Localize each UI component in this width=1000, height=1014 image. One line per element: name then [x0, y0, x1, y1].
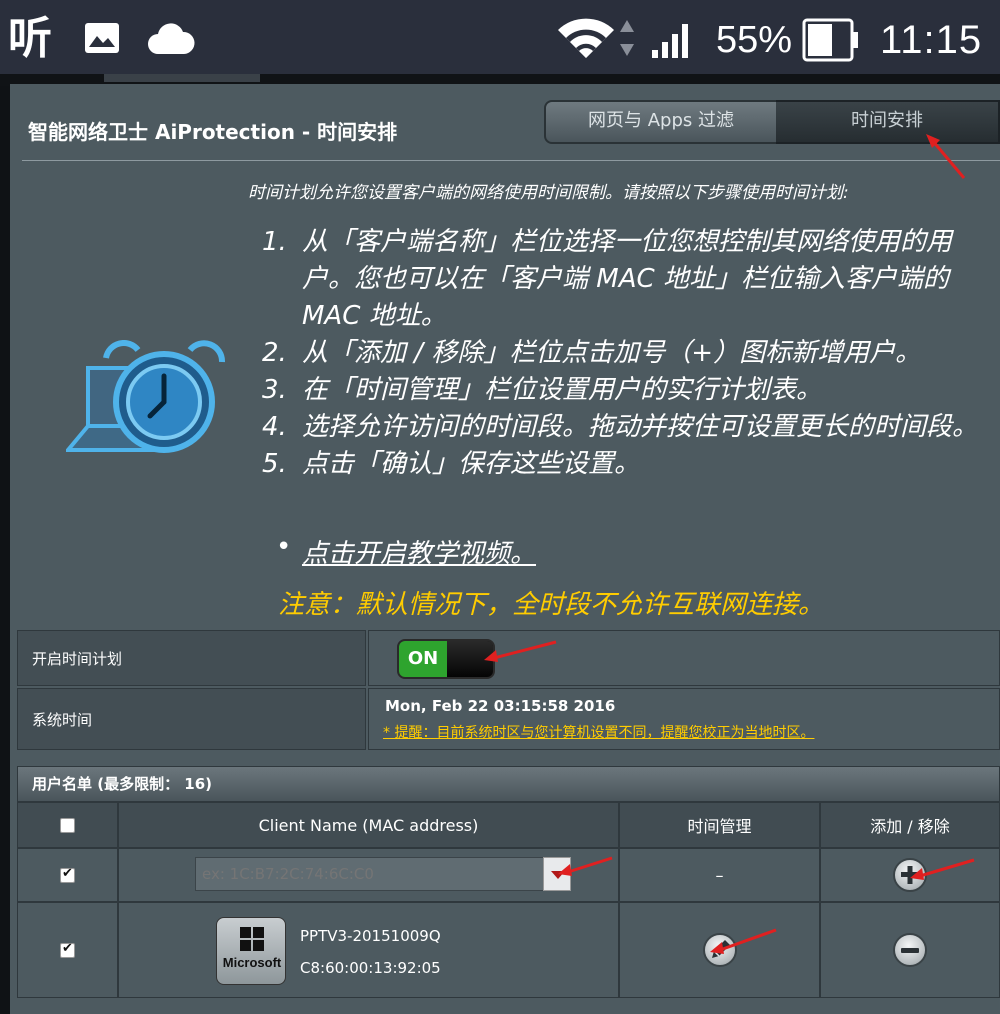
enable-schedule-cell: ON	[368, 630, 1000, 686]
battery-percent: 55%	[716, 19, 793, 61]
edit-schedule-button[interactable]	[702, 933, 737, 967]
intro-text: 时间计划允许您设置客户端的网络使用时间限制。请按照以下步骤使用时间计划:	[248, 183, 849, 203]
app-notification-icon: 听	[8, 13, 52, 64]
step-item: 3. 在「时间管理」栏位设置用户的实行计划表。	[262, 375, 823, 405]
client-row: Microsoft PPTV3-20151009Q C8:60:00:13:92…	[17, 902, 1000, 998]
step-item: 1. 从「客户端名称」栏位选择一位您想控制其网络使用的用户。您也可以在「客户端 M…	[262, 227, 953, 331]
add-client-button[interactable]	[893, 858, 927, 892]
client-dropdown-button[interactable]	[543, 857, 571, 891]
step-item: 5. 点击「确认」保存这些设置。	[262, 449, 641, 479]
column-header-client-name: Client Name (MAC address)	[118, 802, 619, 848]
alarm-clock-laptop-icon	[66, 340, 225, 453]
tutorial-video-link[interactable]: 点击开启教学视频。	[302, 533, 536, 570]
column-header-add-remove: 添加 / 移除	[820, 802, 1000, 848]
tab-bar: 网页与 Apps 过滤 时间安排	[544, 100, 1000, 144]
step-item: 4. 选择允许访问的时间段。拖动并按住可设置更长的时间段。	[262, 412, 979, 442]
default-deny-notice: 注意：默认情况下，全时段不允许互联网连接。	[278, 590, 825, 620]
mac-input-cell	[118, 848, 619, 902]
system-time-label: 系统时间	[17, 688, 366, 750]
select-all-checkbox[interactable]	[60, 817, 75, 833]
bullet: •	[276, 532, 292, 562]
tab-web-apps-filter[interactable]: 网页与 Apps 过滤	[544, 100, 778, 144]
data-activity-icon	[620, 20, 634, 56]
plus-icon	[901, 866, 919, 884]
tab-time-scheduling[interactable]: 时间安排	[776, 100, 1000, 144]
remove-client-button[interactable]	[893, 933, 927, 967]
client-checkbox[interactable]	[60, 941, 75, 958]
client-name: PPTV3-20151009Q	[300, 927, 441, 945]
system-time-value: Mon, Feb 22 03:15:58 2016	[385, 697, 616, 715]
mac-address-input[interactable]	[195, 857, 545, 891]
new-client-row: –	[17, 848, 1000, 902]
pencil-icon	[711, 940, 730, 958]
client-time-mgmt-cell	[619, 902, 820, 998]
instruction-steps: 1. 从「客户端名称」栏位选择一位您想控制其网络使用的用户。您也可以在「客户端 M…	[262, 224, 992, 483]
step-item: 2. 从「添加 / 移除」栏位点击加号（+）图标新增用户。	[262, 338, 922, 368]
select-all-cell	[17, 802, 118, 848]
new-client-time-mgmt: –	[619, 848, 820, 902]
new-client-check-cell	[17, 848, 118, 902]
wifi-icon	[558, 18, 614, 59]
schedule-toggle[interactable]: ON	[397, 639, 495, 679]
image-notification-icon	[85, 23, 119, 53]
title-divider	[22, 160, 1000, 161]
minus-icon	[901, 948, 919, 953]
column-header-time-management: 时间管理	[619, 802, 820, 848]
status-bar: 听 55% 11:15	[0, 0, 1000, 80]
client-table-header: Client Name (MAC address) 时间管理 添加 / 移除	[17, 802, 1000, 848]
windows-logo-icon	[240, 927, 264, 951]
mac-combobox	[195, 857, 571, 891]
user-list-header: 用户名单 (最多限制： 16)	[17, 766, 1000, 802]
enable-schedule-label: 开启时间计划	[17, 630, 366, 686]
clock-time: 11:15	[880, 18, 983, 62]
system-time-row: 系统时间 Mon, Feb 22 03:15:58 2016 * 提醒：目前系统…	[17, 688, 1000, 750]
signal-strength-icon	[652, 24, 688, 58]
toggle-knob	[447, 641, 493, 677]
microsoft-device-icon: Microsoft	[216, 917, 286, 985]
cloud-icon	[148, 23, 195, 54]
system-time-cell: Mon, Feb 22 03:15:58 2016 * 提醒：目前系统时区与您计…	[368, 688, 1000, 750]
new-client-add-cell	[820, 848, 1000, 902]
client-remove-cell	[820, 902, 1000, 998]
timezone-warning-link[interactable]: * 提醒：目前系统时区与您计算机设置不同，提醒您校正为当地时区。	[383, 722, 814, 742]
toggle-on-label: ON	[399, 641, 447, 677]
enable-schedule-row: 开启时间计划 ON	[17, 630, 1000, 686]
client-info-cell: Microsoft PPTV3-20151009Q C8:60:00:13:92…	[118, 902, 619, 998]
device-vendor-label: Microsoft	[222, 955, 282, 970]
aiprotection-panel: 智能网络卫士 AiProtection - 时间安排 网页与 Apps 过滤 时…	[10, 84, 1000, 1014]
new-client-checkbox[interactable]	[60, 866, 75, 883]
page-title: 智能网络卫士 AiProtection - 时间安排	[28, 120, 398, 144]
client-check-cell	[17, 902, 118, 998]
client-mac: C8:60:00:13:92:05	[300, 959, 441, 977]
browser-tab[interactable]	[104, 74, 260, 82]
battery-icon	[802, 18, 858, 62]
